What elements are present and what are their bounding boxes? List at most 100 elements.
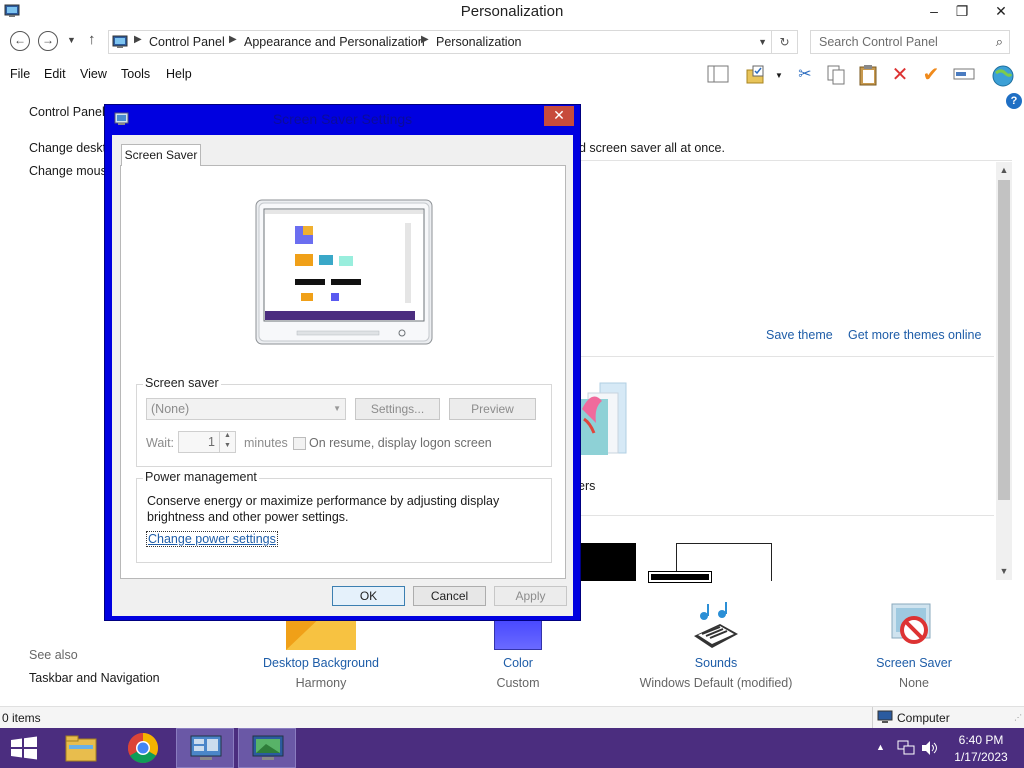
globe-icon[interactable] (991, 64, 1014, 87)
help-icon[interactable]: ? (1006, 93, 1022, 109)
rename-icon[interactable] (953, 64, 975, 86)
desktop-background-label[interactable]: Desktop Background (250, 656, 392, 670)
select-chevron-down-icon: ▼ (333, 404, 341, 413)
search-input[interactable]: Search Control Panel (819, 35, 938, 49)
volume-icon[interactable] (921, 740, 939, 756)
theme-list-scrollbar[interactable]: ▲ ▼ (996, 162, 1012, 580)
recent-locations-chevron-icon[interactable]: ▼ (67, 35, 76, 45)
stepper-up-icon[interactable]: ▲ (219, 432, 235, 442)
screen-saver-icon[interactable] (890, 602, 938, 650)
preview-button[interactable]: Preview (449, 398, 536, 420)
get-more-themes-link[interactable]: Get more themes online (848, 328, 981, 342)
clock-date[interactable]: 1/17/2023 (946, 750, 1016, 764)
breadcrumb-separator-icon: ▶ (229, 34, 237, 45)
minimize-button[interactable]: – (919, 0, 949, 22)
menu-help[interactable]: Help (166, 67, 192, 81)
cancel-button[interactable]: Cancel (413, 586, 486, 606)
minutes-label: minutes (244, 436, 288, 450)
wait-minutes-stepper[interactable]: 1 ▲ ▼ (178, 431, 236, 453)
screen-saver-value: None (899, 676, 929, 690)
search-box[interactable]: Search Control Panel ⌕ (810, 30, 1010, 54)
clock-time[interactable]: 6:40 PM (946, 733, 1016, 747)
personalization-icon (252, 735, 284, 760)
page-description: d screen saver all at once. (579, 141, 725, 155)
color-label[interactable]: Color (468, 656, 568, 670)
sounds-icon[interactable] (690, 602, 742, 652)
taskbar-file-explorer[interactable] (52, 728, 110, 768)
power-management-group: Power management Conserve energy or maxi… (136, 470, 552, 563)
power-description-line-1: Conserve energy or maximize performance … (147, 494, 500, 508)
breadcrumb-control-panel[interactable]: Control Panel (149, 35, 225, 49)
taskbar-personalization[interactable] (238, 728, 296, 768)
folder-options-dropdown-icon[interactable]: ▼ (775, 71, 783, 80)
search-icon[interactable]: ⌕ (996, 34, 1003, 50)
screen-saver-label[interactable]: Screen Saver (864, 656, 964, 670)
cut-icon[interactable]: ✂ (794, 64, 816, 86)
up-button[interactable]: ↑ (88, 31, 96, 48)
sidebar-link-desktop[interactable]: Change deskto (29, 141, 113, 155)
divider (872, 707, 873, 728)
power-description-line-2: brightness and other power settings. (147, 510, 349, 524)
paste-icon[interactable] (857, 64, 879, 86)
change-power-settings-link[interactable]: Change power settings (146, 531, 278, 547)
screen-saver-select[interactable]: (None) ▼ (146, 398, 346, 420)
dialog-body: Screen Saver Screen saver (None) ▼ Setti… (112, 135, 573, 616)
menu-tools[interactable]: Tools (121, 67, 150, 81)
dialog-close-button[interactable]: ✕ (544, 106, 574, 126)
folder-options-icon[interactable] (745, 64, 767, 86)
breadcrumb-separator-icon: ▶ (421, 34, 429, 45)
address-bar[interactable]: ▶ Control Panel ▶ Appearance and Persona… (108, 30, 772, 54)
breadcrumb-appearance[interactable]: Appearance and Personalization (244, 35, 425, 49)
sounds-value: Windows Default (modified) (639, 676, 793, 690)
save-theme-link[interactable]: Save theme (766, 328, 833, 342)
theme-thumbnail[interactable] (578, 379, 630, 457)
status-bar: 0 items Computer ⋰ (0, 706, 1024, 728)
copy-icon[interactable] (825, 64, 847, 86)
restore-button[interactable]: ❐ (947, 0, 977, 22)
close-button[interactable]: ✕ (978, 0, 1024, 22)
dialog-title: Screen Saver Settings (272, 111, 413, 127)
refresh-button[interactable]: ↻ (772, 30, 798, 54)
properties-check-icon[interactable]: ✔ (920, 64, 942, 86)
show-hidden-icons-icon[interactable]: ▲ (876, 742, 885, 752)
network-icon[interactable] (897, 740, 915, 756)
breadcrumb-separator-icon: ▶ (134, 34, 142, 45)
sidebar-link-mouse[interactable]: Change mous (29, 164, 107, 178)
forward-button[interactable]: → (38, 31, 58, 51)
scroll-up-arrow-icon[interactable]: ▲ (996, 165, 1012, 175)
scroll-down-arrow-icon[interactable]: ▼ (996, 566, 1012, 576)
apply-button[interactable]: Apply (494, 586, 567, 606)
back-button[interactable]: ← (10, 31, 30, 51)
theme-list-panel: Save theme Get more themes online ers (578, 160, 1012, 583)
resume-logon-checkbox[interactable] (293, 437, 306, 450)
tab-screen-saver[interactable]: Screen Saver (121, 144, 201, 166)
high-contrast-white-thumbnail[interactable] (648, 543, 772, 583)
menu-view[interactable]: View (80, 67, 107, 81)
sounds-label[interactable]: Sounds (646, 656, 786, 670)
sidebar-control-panel-home[interactable]: Control Panel (29, 105, 105, 119)
start-button[interactable] (10, 736, 38, 760)
scrollbar-thumb[interactable] (998, 180, 1010, 500)
file-explorer-icon (65, 735, 97, 762)
monitor-preview (255, 199, 433, 345)
delete-icon[interactable]: ✕ (889, 64, 911, 86)
taskbar-navigation-link[interactable]: Taskbar and Navigation (29, 671, 160, 685)
resize-grip-icon[interactable]: ⋰ (1014, 713, 1022, 722)
color-value: Custom (496, 676, 540, 690)
settings-button[interactable]: Settings... (355, 398, 440, 420)
divider (578, 356, 994, 357)
menu-file[interactable]: File (10, 67, 30, 81)
ok-button[interactable]: OK (332, 586, 405, 606)
address-dropdown-icon[interactable]: ▼ (758, 37, 767, 47)
taskbar-chrome[interactable] (114, 728, 172, 768)
high-contrast-black-thumbnail[interactable] (578, 543, 636, 581)
computer-icon (877, 710, 893, 723)
stepper-down-icon[interactable]: ▼ (219, 442, 235, 452)
power-management-group-label: Power management (143, 470, 259, 484)
wait-minutes-value[interactable]: 1 (208, 435, 215, 449)
layout-pane-icon[interactable] (707, 64, 729, 86)
breadcrumb-personalization[interactable]: Personalization (436, 35, 521, 49)
taskbar-control-panel[interactable] (176, 728, 234, 768)
menu-edit[interactable]: Edit (44, 67, 66, 81)
screen-saver-select-value: (None) (151, 402, 190, 416)
